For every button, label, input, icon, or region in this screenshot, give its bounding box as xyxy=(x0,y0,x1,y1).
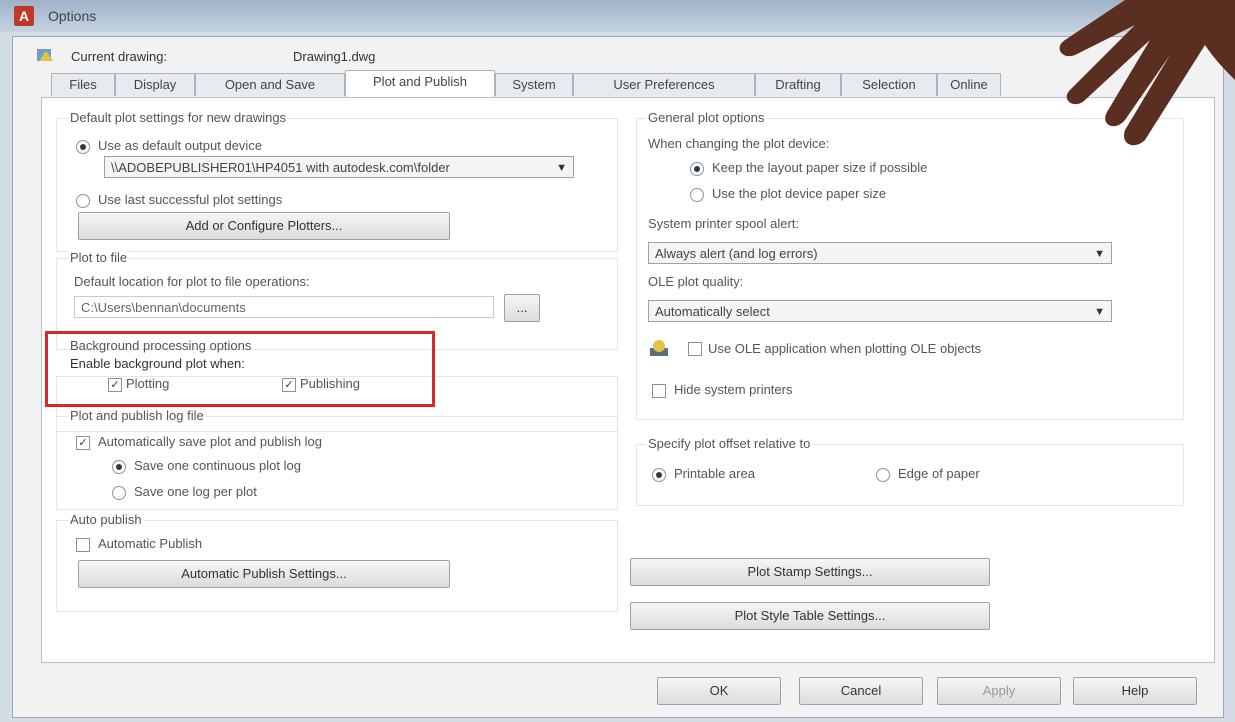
spool-alert-value: Always alert (and log errors) xyxy=(655,246,818,261)
log-file-title: Plot and publish log file xyxy=(68,408,206,423)
ole-quality-select[interactable]: Automatically select ▼ xyxy=(648,300,1112,322)
plot-style-table-settings-button[interactable]: Plot Style Table Settings... xyxy=(630,602,990,630)
plot-stamp-settings-button[interactable]: Plot Stamp Settings... xyxy=(630,558,990,586)
auto-publish-checkbox[interactable] xyxy=(76,538,90,552)
chevron-down-icon: ▼ xyxy=(1094,306,1105,318)
cancel-button[interactable]: Cancel xyxy=(799,677,923,705)
use-last-settings-radio[interactable] xyxy=(76,194,90,208)
options-window: A Options ✕ Current drawing: Drawing1.dw… xyxy=(0,0,1235,722)
autocad-logo-icon: A xyxy=(14,6,34,26)
tab-plot-and-publish[interactable]: Plot and Publish xyxy=(345,70,495,97)
tab-system[interactable]: System xyxy=(495,73,573,96)
drawing-name: Drawing1.dwg xyxy=(293,49,376,64)
apply-button[interactable]: Apply xyxy=(937,677,1061,705)
edge-of-paper-label: Edge of paper xyxy=(898,466,980,481)
tab-user-preferences[interactable]: User Preferences xyxy=(573,73,755,96)
hide-system-printers-label: Hide system printers xyxy=(674,382,793,397)
use-ole-application-label: Use OLE application when plotting OLE ob… xyxy=(708,341,982,356)
when-changing-label: When changing the plot device: xyxy=(648,136,830,151)
window-title: Options xyxy=(48,8,97,24)
help-button[interactable]: Help xyxy=(1073,677,1197,705)
ole-application-icon xyxy=(650,340,668,356)
keep-layout-paper-label: Keep the layout paper size if possible xyxy=(712,160,928,175)
tab-drafting[interactable]: Drafting xyxy=(755,73,841,96)
printable-area-radio[interactable] xyxy=(652,468,666,482)
continuous-log-radio[interactable] xyxy=(112,460,126,474)
use-device-paper-label: Use the plot device paper size xyxy=(712,186,887,201)
use-last-settings-label: Use last successful plot settings xyxy=(98,192,283,207)
output-device-value: \\ADOBEPUBLISHER01\HP4051 with autodesk.… xyxy=(111,160,450,175)
add-configure-plotters-button[interactable]: Add or Configure Plotters... xyxy=(78,212,450,240)
spool-alert-label: System printer spool alert: xyxy=(648,216,800,231)
drawing-profile-icon xyxy=(37,49,53,61)
chevron-down-icon: ▼ xyxy=(1094,248,1105,260)
tab-files[interactable]: Files xyxy=(51,73,115,96)
auto-save-log-label: Automatically save plot and publish log xyxy=(98,434,323,449)
auto-publish-title: Auto publish xyxy=(68,512,144,527)
continuous-log-label: Save one continuous plot log xyxy=(134,458,301,473)
keep-layout-paper-radio[interactable] xyxy=(690,162,704,176)
chevron-down-icon: ▼ xyxy=(556,162,567,174)
ok-button[interactable]: OK xyxy=(657,677,781,705)
per-plot-log-label: Save one log per plot xyxy=(134,484,257,499)
output-device-select[interactable]: \\ADOBEPUBLISHER01\HP4051 with autodesk.… xyxy=(104,156,574,178)
edge-of-paper-radio[interactable] xyxy=(876,468,890,482)
per-plot-log-radio[interactable] xyxy=(112,486,126,500)
printable-area-label: Printable area xyxy=(674,466,755,481)
plot-location-field[interactable]: C:\Users\bennan\documents xyxy=(74,296,494,318)
tab-selection[interactable]: Selection xyxy=(841,73,937,96)
auto-save-log-checkbox[interactable]: ✓ xyxy=(76,436,90,450)
use-default-device-radio[interactable] xyxy=(76,140,90,154)
spool-alert-select[interactable]: Always alert (and log errors) ▼ xyxy=(648,242,1112,264)
tab-open-and-save[interactable]: Open and Save xyxy=(195,73,345,96)
browse-button[interactable]: ... xyxy=(504,294,540,322)
use-device-paper-radio[interactable] xyxy=(690,188,704,202)
hand-overlay xyxy=(1059,0,1235,146)
plot-to-file-title: Plot to file xyxy=(68,250,130,265)
tab-display[interactable]: Display xyxy=(115,73,195,96)
general-plot-options-title: General plot options xyxy=(646,110,767,125)
hide-system-printers-checkbox[interactable] xyxy=(652,384,666,398)
auto-publish-label: Automatic Publish xyxy=(98,536,203,551)
auto-publish-settings-button[interactable]: Automatic Publish Settings... xyxy=(78,560,450,588)
use-ole-application-checkbox[interactable] xyxy=(688,342,702,356)
highlight-box xyxy=(45,331,435,407)
plot-offset-title: Specify plot offset relative to xyxy=(646,436,813,451)
current-drawing-label: Current drawing: xyxy=(71,49,168,64)
ole-quality-label: OLE plot quality: xyxy=(648,274,744,289)
ole-quality-value: Automatically select xyxy=(655,304,770,319)
use-default-device-label: Use as default output device xyxy=(98,138,263,153)
default-location-label: Default location for plot to file operat… xyxy=(74,274,310,289)
default-plot-title: Default plot settings for new drawings xyxy=(68,110,289,125)
